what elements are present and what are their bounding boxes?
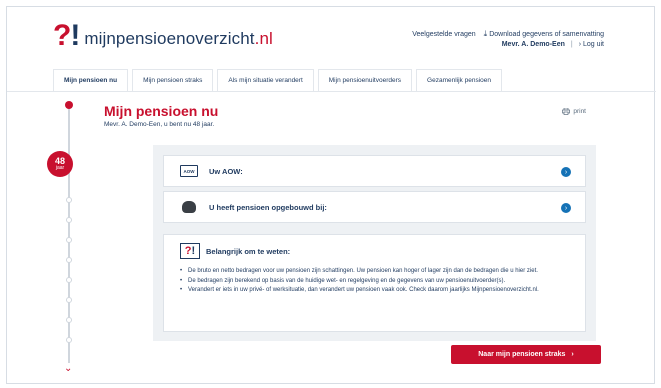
important-notice: ?! Belangrijk om te weten: De bruto en n… (163, 234, 586, 332)
timeline-tick[interactable] (66, 337, 72, 343)
chevron-right-icon[interactable]: › (561, 167, 571, 177)
chevron-right-icon[interactable]: › (561, 203, 571, 213)
notice-title: Belangrijk om te weten: (206, 246, 291, 256)
page-frame: ?! mijnpensioenoverzicht.nl Veelgestelde… (6, 6, 656, 384)
next-page-button-label: Naar mijn pensioen straks (478, 351, 566, 358)
tab-als-mijn-situatie-verandert[interactable]: Als mijn situatie verandert (217, 69, 314, 91)
print-label: print (573, 108, 586, 115)
printer-icon (562, 108, 571, 115)
download-link-label: Download gegevens of samenvatting (489, 31, 604, 38)
logout-link[interactable]: › Log uit (579, 41, 604, 48)
user-name: Mevr. A. Demo-Een (501, 41, 565, 48)
list-item: De bruto en netto bedragen voor uw pensi… (180, 267, 578, 276)
aow-icon: AOW (180, 165, 198, 177)
timeline-tick[interactable] (66, 197, 72, 203)
download-link[interactable]: ⤓ Download gegevens of samenvatting (484, 29, 604, 39)
faq-link[interactable]: Veelgestelde vragen (412, 31, 475, 38)
main-tabs: Mijn pensioen nu Mijn pensioen straks Al… (53, 69, 502, 91)
timeline-tick[interactable] (66, 317, 72, 323)
user-separator: | (570, 41, 573, 48)
age-unit: jaar (55, 165, 65, 171)
tab-divider (7, 91, 656, 92)
user-bar: Mevr. A. Demo-Een | › Log uit (502, 41, 604, 48)
aow-card[interactable]: AOW Uw AOW: › (163, 155, 586, 187)
page-subtitle: Mevr. A. Demo-Een, u bent nu 48 jaar. (104, 121, 215, 128)
pension-card-icon (180, 199, 198, 215)
next-page-button[interactable]: Naar mijn pensioen straks › (451, 345, 601, 364)
logo[interactable]: ?! mijnpensioenoverzicht.nl (53, 21, 273, 51)
logo-text-tld: .nl (254, 29, 273, 48)
tab-mijn-pensioenuitvoerders[interactable]: Mijn pensioenuitvoerders (317, 69, 413, 91)
aow-card-icon: AOW (180, 163, 198, 179)
notice-list: De bruto en netto bedragen voor uw pensi… (180, 267, 578, 296)
pension-built-card-label: U heeft pensioen opgebouwd bij: (209, 202, 327, 212)
piggy-bank-icon (182, 201, 196, 213)
list-item: De bedragen zijn berekend op basis van d… (180, 277, 578, 286)
download-icon: ⤓ (483, 29, 488, 38)
logo-text: mijnpensioenoverzicht.nl (84, 29, 273, 49)
age-timeline (62, 99, 76, 377)
age-badge: 48 jaar (47, 151, 73, 177)
pension-panel: AOW Uw AOW: › U heeft pensioen opgebouwd… (153, 145, 596, 341)
timeline-line (68, 105, 70, 363)
list-item: Verandert er iets in uw privé- of werksi… (180, 286, 578, 295)
header-links: Veelgestelde vragen ⤓ Download gegevens o… (412, 29, 604, 39)
chevron-right-icon: › (571, 351, 574, 358)
pension-built-card[interactable]: U heeft pensioen opgebouwd bij: › (163, 191, 586, 223)
aow-card-label: Uw AOW: (209, 166, 243, 176)
question-exclamation-icon: ?! (180, 243, 200, 259)
timeline-tick[interactable] (66, 297, 72, 303)
notice-header: ?! Belangrijk om te weten: (180, 243, 290, 259)
tab-gezamenlijk-pensioen[interactable]: Gezamenlijk pensioen (416, 69, 502, 91)
tab-mijn-pensioen-nu[interactable]: Mijn pensioen nu (53, 69, 129, 91)
timeline-tick[interactable] (66, 237, 72, 243)
timeline-tick[interactable] (66, 217, 72, 223)
logo-icon: ?! (53, 19, 81, 52)
timeline-tick[interactable] (66, 277, 72, 283)
page-title: Mijn pensioen nu (104, 103, 219, 119)
timeline-tick[interactable] (66, 257, 72, 263)
tab-mijn-pensioen-straks[interactable]: Mijn pensioen straks (132, 69, 214, 91)
timeline-chevron-down-icon[interactable]: ⌄ (64, 363, 72, 374)
print-button[interactable]: print (562, 108, 586, 115)
header: ?! mijnpensioenoverzicht.nl Veelgestelde… (7, 7, 656, 67)
logo-text-main: mijnpensioenoverzicht (84, 29, 255, 48)
timeline-current-dot (65, 101, 73, 109)
